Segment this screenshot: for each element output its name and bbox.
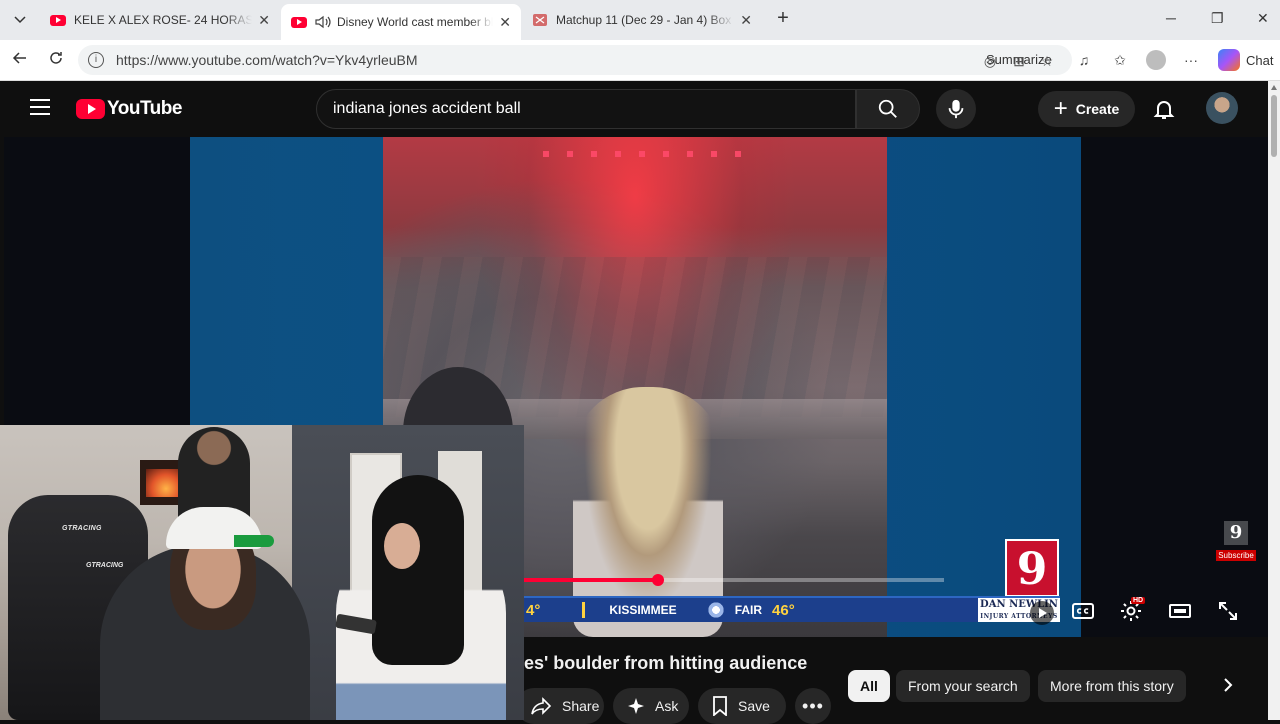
- tab-actions-menu-button[interactable]: [6, 8, 34, 32]
- site-info-icon[interactable]: i: [88, 52, 104, 68]
- bookmark-icon: [712, 696, 728, 716]
- save-button[interactable]: Save: [698, 688, 786, 724]
- more-actions-button[interactable]: •••: [795, 688, 831, 724]
- tab-label: KELE X ALEX ROSE- 24 HORAS (Vid: [74, 13, 253, 27]
- chip-more-from-this-story[interactable]: More from this story: [1038, 670, 1186, 702]
- captions-icon: [1072, 603, 1094, 619]
- settings-button[interactable]: HD: [1117, 597, 1146, 625]
- copilot-label: Chat: [1246, 52, 1274, 68]
- fullscreen-icon: [1219, 602, 1237, 620]
- chip-all[interactable]: All: [848, 670, 890, 702]
- hd-badge: HD: [1131, 597, 1146, 604]
- search-button[interactable]: [856, 89, 920, 129]
- search-icon: [878, 99, 897, 118]
- share-icon: [530, 697, 552, 715]
- close-tab-icon[interactable]: ✕: [258, 12, 270, 29]
- theater-mode-button[interactable]: [1166, 597, 1194, 625]
- url-text[interactable]: https://www.youtube.com/watch?v=Ykv4yrle…: [116, 52, 418, 68]
- address-bar[interactable]: i https://www.youtube.com/watch?v=Ykv4yr…: [78, 45, 1072, 75]
- tab-label: Matchup 11 (Dec 29 - Jan 4) Box S: [556, 13, 735, 27]
- voice-search-button[interactable]: [936, 89, 976, 129]
- restore-button[interactable]: ❐: [1211, 10, 1224, 27]
- favorites-icon[interactable]: ✩: [1110, 50, 1130, 70]
- create-label: Create: [1075, 101, 1120, 117]
- youtube-logo[interactable]: YouTube: [76, 98, 182, 120]
- share-label: Share: [562, 698, 600, 714]
- close-window-button[interactable]: ✕: [1257, 10, 1269, 27]
- ticker-city: KISSIMMEE: [609, 603, 677, 617]
- speaker-icon[interactable]: [315, 15, 331, 29]
- youtube-header: YouTube indiana jones accident ball + Cr…: [4, 81, 1268, 137]
- chair-brand-text: GTRACING: [86, 562, 124, 569]
- captions-button[interactable]: [1069, 597, 1097, 625]
- watermark-subscribe: Subscribe: [1216, 550, 1256, 561]
- tab-label: Disney World cast member bl: [337, 15, 494, 29]
- watermark-number: 9: [1224, 521, 1248, 545]
- document-icon: [532, 14, 548, 26]
- channel-watermark[interactable]: 9 Subscribe: [1216, 521, 1256, 563]
- browser-tab-2-active[interactable]: Disney World cast member bl ✕: [281, 4, 521, 40]
- create-button[interactable]: + Create: [1038, 91, 1135, 127]
- microphone-icon: [948, 99, 964, 119]
- progress-played: [524, 578, 659, 582]
- back-arrow-icon: [12, 52, 26, 64]
- play-button[interactable]: [1030, 601, 1054, 625]
- browser-tab-1[interactable]: KELE X ALEX ROSE- 24 HORAS (Vid ✕: [40, 4, 280, 36]
- page-scrollbar[interactable]: [1268, 81, 1280, 720]
- favorite-star-icon[interactable]: ☆: [1038, 52, 1056, 70]
- ticker-temp-partial: 4°: [526, 601, 541, 619]
- channel-9-logo: 9: [1005, 539, 1059, 597]
- youtube-icon: [50, 14, 66, 26]
- youtube-play-logo-icon: [76, 99, 105, 119]
- weather-sun-icon: [706, 601, 725, 619]
- close-tab-icon[interactable]: ✕: [740, 12, 752, 29]
- scrollbar-thumb[interactable]: [1271, 95, 1277, 157]
- progress-bar[interactable]: [524, 574, 944, 586]
- chips-next-icon[interactable]: [1216, 674, 1240, 698]
- sparkle-icon: [627, 697, 645, 715]
- ticker-condition: FAIR: [734, 603, 763, 617]
- browser-tab-strip: KELE X ALEX ROSE- 24 HORAS (Vid ✕ Disney…: [0, 0, 1280, 40]
- new-tab-button[interactable]: +: [772, 8, 794, 30]
- webcam-overlay: GTRACING GTRACING: [0, 425, 524, 720]
- youtube-icon: [291, 16, 307, 28]
- chair-brand-text: GTRACING: [62, 525, 102, 532]
- notifications-bell-icon[interactable]: [1152, 97, 1176, 121]
- back-button[interactable]: [10, 50, 30, 70]
- scroll-up-icon[interactable]: [1271, 85, 1277, 90]
- reload-button[interactable]: [46, 50, 66, 70]
- fullscreen-button[interactable]: [1214, 597, 1242, 625]
- summarize-icon[interactable]: ◎: [981, 52, 999, 70]
- copilot-chat-button[interactable]: Chat: [1218, 49, 1273, 71]
- ask-label: Ask: [655, 698, 679, 714]
- copilot-icon: [1218, 49, 1240, 71]
- close-tab-icon[interactable]: ✕: [499, 14, 511, 31]
- save-label: Save: [738, 698, 770, 714]
- account-avatar[interactable]: [1206, 92, 1238, 124]
- news-weather-ticker: 4° KISSIMMEE FAIR 46° DAN NEWLIN INJURY …: [524, 596, 1060, 622]
- share-button[interactable]: Share: [516, 688, 604, 724]
- theater-mode-icon: [1169, 604, 1191, 618]
- more-options-icon[interactable]: ···: [1181, 50, 1201, 70]
- reload-icon: [50, 52, 62, 64]
- chip-from-your-search[interactable]: From your search: [896, 670, 1030, 702]
- read-aloud-icon[interactable]: ♫: [1074, 50, 1094, 70]
- browser-toolbar: i https://www.youtube.com/watch?v=Ykv4yr…: [0, 40, 1280, 81]
- video-title: es' boulder from hitting audience: [524, 653, 808, 673]
- ticker-temperature: 46°: [772, 601, 795, 619]
- ask-button[interactable]: Ask: [613, 688, 689, 724]
- search-input[interactable]: indiana jones accident ball: [316, 89, 856, 129]
- youtube-wordmark: YouTube: [107, 98, 182, 119]
- browser-tab-3[interactable]: Matchup 11 (Dec 29 - Jan 4) Box S ✕: [522, 4, 762, 36]
- browser-profile-avatar[interactable]: [1146, 50, 1166, 70]
- more-horizontal-icon: •••: [802, 695, 824, 716]
- app-available-icon[interactable]: ⊞: [1010, 52, 1028, 70]
- guide-menu-icon[interactable]: [30, 99, 50, 115]
- chevron-down-icon: [14, 16, 26, 24]
- plus-icon: +: [1053, 95, 1068, 122]
- minimize-button[interactable]: ─: [1166, 10, 1176, 26]
